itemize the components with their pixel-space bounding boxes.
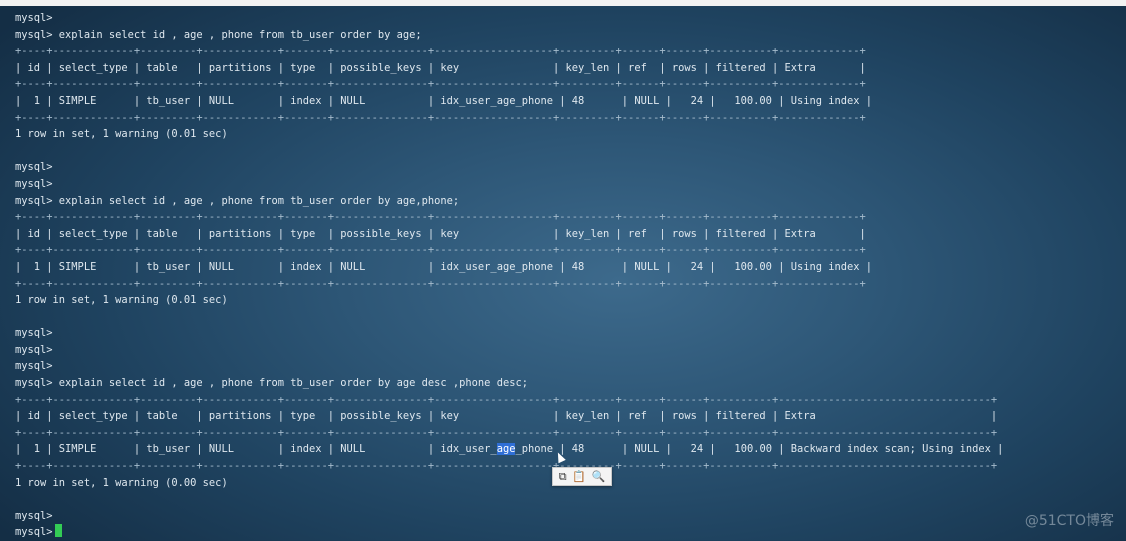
row-text-after: _phone | 48 | NULL | 24 | 100.00 | Backw… xyxy=(515,443,1004,456)
line-text: +----+-------------+---------+----------… xyxy=(15,393,998,406)
line-text: mysql> xyxy=(15,177,53,190)
line-text: +----+-------------+---------+----------… xyxy=(15,244,866,257)
line-text: +----+-------------+---------+----------… xyxy=(15,277,866,290)
line-text: mysql> explain select id , age , phone f… xyxy=(15,377,528,390)
line-text: mysql> xyxy=(15,526,53,539)
prompt-line: mysql> explain select id , age , phone f… xyxy=(15,375,1126,392)
prompt-line: mysql> xyxy=(15,508,1126,525)
terminal-output[interactable]: mysql> mysql> explain select id , age , p… xyxy=(15,10,1126,541)
table-row: | 1 | SIMPLE | tb_user | NULL | index | … xyxy=(15,441,1126,458)
table-border: +----+-------------+---------+----------… xyxy=(15,242,1126,259)
prompt-line: mysql> xyxy=(15,325,1126,342)
result-line: 1 row in set, 1 warning (0.01 sec) xyxy=(15,292,1126,309)
copy-icon[interactable]: ⧉ xyxy=(559,470,567,484)
line-text: mysql> xyxy=(15,12,53,24)
line-text: +----+-------------+---------+----------… xyxy=(15,211,866,224)
table-row: | 1 | SIMPLE | tb_user | NULL | index | … xyxy=(15,259,1126,276)
table-row: | 1 | SIMPLE | tb_user | NULL | index | … xyxy=(15,93,1126,110)
prompt-line: mysql> xyxy=(15,159,1126,176)
line-text: 1 row in set, 1 warning (0.01 sec) xyxy=(15,128,228,141)
line-text: +----+-------------+---------+----------… xyxy=(15,45,866,58)
line-text: +----+-------------+---------+----------… xyxy=(15,111,866,124)
line-text: | id | select_type | table | partitions … xyxy=(15,61,866,74)
cursor xyxy=(54,524,62,538)
watermark: @51CTO博客 xyxy=(1024,513,1114,529)
prompt-line: mysql> xyxy=(15,176,1126,193)
line-text: mysql> xyxy=(15,327,53,340)
table-border: +----+-------------+---------+----------… xyxy=(15,76,1126,93)
line-text: mysql> xyxy=(15,161,53,174)
table-border: +----+-------------+---------+----------… xyxy=(15,425,1126,442)
paste-icon[interactable]: 📋 xyxy=(572,470,586,483)
line-text: mysql> xyxy=(15,360,53,373)
line-text: +----+-------------+---------+----------… xyxy=(15,426,998,439)
selected-text[interactable]: age xyxy=(496,443,516,456)
line-text: mysql> xyxy=(15,343,53,356)
row-text-before: | 1 | SIMPLE | tb_user | NULL | index | … xyxy=(15,443,497,456)
table-border: +----+-------------+---------+----------… xyxy=(15,392,1126,409)
selection-popup-toolbar[interactable]: ⧉ 📋 🔍 xyxy=(552,467,612,486)
table-header: | id | select_type | table | partitions … xyxy=(15,60,1126,77)
table-border: +----+-------------+---------+----------… xyxy=(15,276,1126,293)
line-text: mysql> explain select id , age , phone f… xyxy=(15,28,422,41)
line-text: mysql> xyxy=(15,509,53,522)
prompt-line: mysql> explain select id , age , phone f… xyxy=(15,193,1126,210)
line-text: | 1 | SIMPLE | tb_user | NULL | index | … xyxy=(15,260,873,273)
table-header: | id | select_type | table | partitions … xyxy=(15,226,1126,243)
table-border: +----+-------------+---------+----------… xyxy=(15,110,1126,127)
result-line: 1 row in set, 1 warning (0.01 sec) xyxy=(15,126,1126,143)
table-border: +----+-------------+---------+----------… xyxy=(15,43,1126,60)
prompt-line: mysql> xyxy=(15,342,1126,359)
line-text: 1 row in set, 1 warning (0.01 sec) xyxy=(15,294,228,307)
line-text: mysql> explain select id , age , phone f… xyxy=(15,194,460,207)
prompt-line: mysql> xyxy=(15,10,1126,27)
line-text: +----+-------------+---------+----------… xyxy=(15,78,866,91)
line-text: 1 row in set, 1 warning (0.00 sec) xyxy=(15,476,228,489)
prompt-line: mysql> explain select id , age , phone f… xyxy=(15,27,1126,44)
window-top-strip xyxy=(0,0,1126,6)
line-text: | id | select_type | table | partitions … xyxy=(15,410,998,423)
line-text: | id | select_type | table | partitions … xyxy=(15,227,866,240)
table-header: | id | select_type | table | partitions … xyxy=(15,408,1126,425)
line-text: | 1 | SIMPLE | tb_user | NULL | index | … xyxy=(15,94,873,107)
prompt-line: mysql> xyxy=(15,358,1126,375)
table-border: +----+-------------+---------+----------… xyxy=(15,209,1126,226)
search-icon[interactable]: 🔍 xyxy=(592,470,606,483)
prompt-line: mysql> xyxy=(15,524,1126,541)
line-text: +----+-------------+---------+----------… xyxy=(15,460,998,473)
